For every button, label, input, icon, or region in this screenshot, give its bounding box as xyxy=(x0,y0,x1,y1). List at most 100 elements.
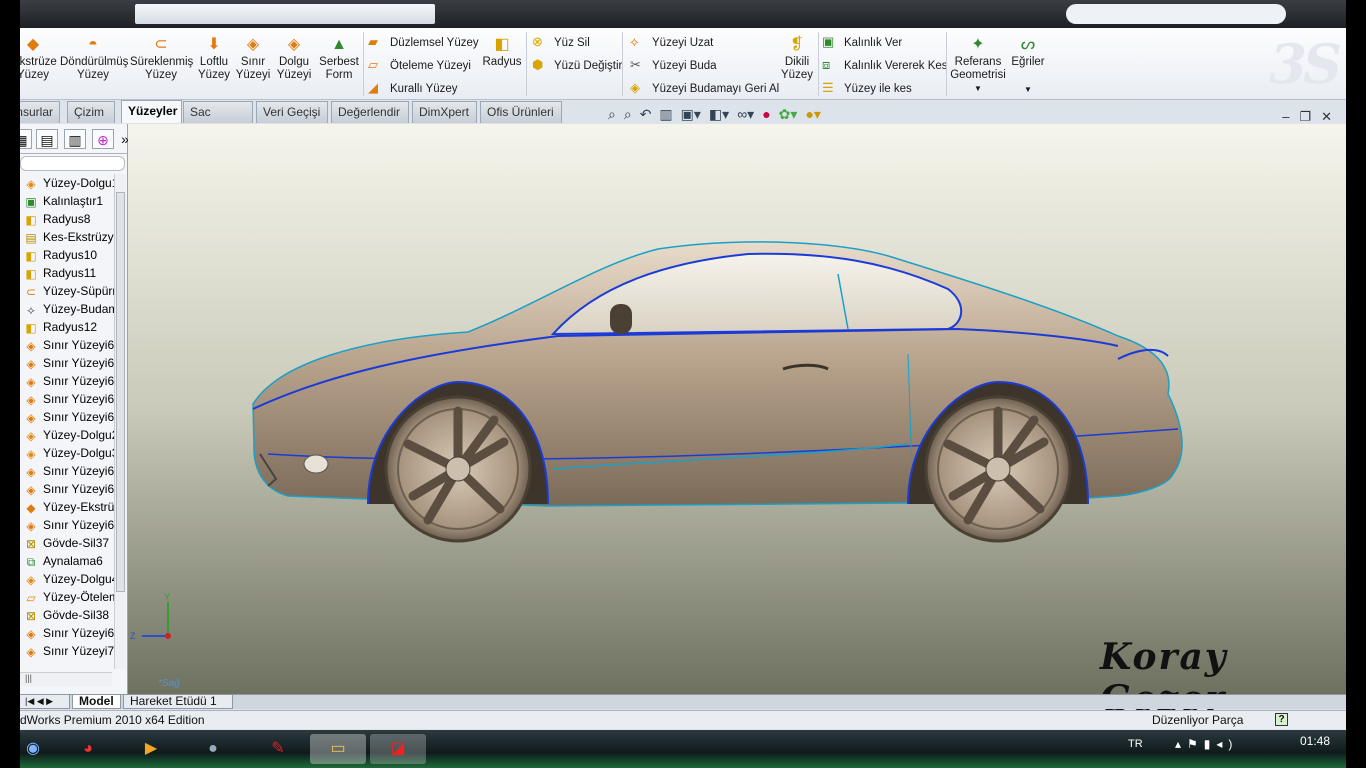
tree-item[interactable]: ◈ Sınır Yüzeyi65 xyxy=(20,462,118,480)
tree-item[interactable]: ◈ Sınır Yüzeyi61 xyxy=(20,354,118,372)
start-button-icon[interactable]: ◉ xyxy=(20,734,56,764)
tree-item[interactable]: ◧ Radyus12 xyxy=(20,318,118,336)
tab-dimxpert[interactable]: DimXpert xyxy=(412,101,477,123)
tree-item[interactable]: ◈ Sınır Yüzeyi69 xyxy=(20,624,118,642)
planar-surface-button[interactable]: ▰ Düzlemsel Yüzey xyxy=(368,35,479,50)
language-indicator[interactable]: TR xyxy=(1128,738,1143,750)
appearance-icon[interactable]: ● xyxy=(762,106,770,122)
tab-motion-study[interactable]: Hareket Etüdü 1 xyxy=(123,695,233,709)
tree-item[interactable]: ◈ Sınır Yüzeyi60 xyxy=(20,336,118,354)
cut-with-surface-button[interactable]: ☰ Yüzey ile kes xyxy=(822,81,912,96)
chevron-down-icon[interactable]: ▼ xyxy=(950,82,1006,95)
tree-item[interactable]: ◧ Radyus11 xyxy=(20,264,118,282)
tree-item[interactable]: ⊠ Gövde-Sil38 xyxy=(20,606,118,624)
zoom-area-icon[interactable]: ⌕ xyxy=(624,106,632,122)
trim-surface-button[interactable]: ✂ Yüzeyi Buda xyxy=(630,58,717,73)
free-form-button[interactable]: ▲ Serbest Form xyxy=(317,36,361,82)
tree-item[interactable]: ⊠ Gövde-Sil37 xyxy=(20,534,118,552)
tree-item[interactable]: ◧ Radyus8 xyxy=(20,210,118,228)
untrim-surface-button[interactable]: ◈ Yüzeyi Budamayı Geri Al xyxy=(630,81,779,96)
sweep-surface-button[interactable]: ⊂ Süreklenmiş Yüzey xyxy=(130,36,193,82)
tray-icons[interactable]: ▴⚑▮◂) xyxy=(1175,737,1238,751)
section-view-icon[interactable]: ▥ xyxy=(659,106,672,122)
tree-item[interactable]: ◈ Sınır Yüzeyi67 xyxy=(20,516,118,534)
fill-surface-button[interactable]: ◈ Dolgu Yüzeyi xyxy=(276,36,312,82)
tab-navigation-arrows[interactable]: |◀ ◀ ▶ ▶| xyxy=(20,695,70,719)
thicken-button[interactable]: ▣ Kalınlık Ver xyxy=(822,35,902,50)
svg-text:Z: Z xyxy=(130,631,136,641)
restore-icon[interactable]: ❐ xyxy=(1299,109,1321,124)
tree-item[interactable]: ◧ Radyus10 xyxy=(20,246,118,264)
tab-evaluate[interactable]: Değerlendir xyxy=(331,101,409,123)
ruled-surface-button[interactable]: ◢ Kurallı Yüzey xyxy=(368,81,458,96)
chevron-down-icon[interactable]: ▼ xyxy=(1010,83,1046,96)
tree-item[interactable]: ◈ Sınır Yüzeyi66 xyxy=(20,480,118,498)
tab-sheet-metal[interactable]: Sac Levha xyxy=(183,101,253,140)
tree-item[interactable]: ◈ Yüzey-Dolgu3 xyxy=(20,444,118,462)
tree-item[interactable]: ⧉ Aynalama6 xyxy=(20,552,118,570)
knit-surface-button[interactable]: ❡ Dikili Yüzey xyxy=(778,36,816,82)
tree-horizontal-scrollbar[interactable]: ||| xyxy=(20,672,112,686)
tree-item[interactable]: ▣ Kalınlaştır1 xyxy=(20,192,118,210)
extend-surface-button[interactable]: ⟡ Yüzeyi Uzat xyxy=(630,35,713,50)
feature-tree-tab-icon[interactable]: ▦ xyxy=(20,129,32,149)
tree-item[interactable]: ⊂ Yüzey-Süpürme xyxy=(20,282,118,300)
boundary-surface-button[interactable]: ◈ Sınır Yüzeyi xyxy=(235,36,271,82)
display-style-icon[interactable]: ◧▾ xyxy=(709,106,729,122)
thicken-cut-button[interactable]: ⧈ Kalınlık Vererek Kes xyxy=(822,58,948,73)
reference-geometry-button[interactable]: ✦ Referans Geometrisi ▼ xyxy=(950,36,1006,95)
solidworks-taskbar-icon[interactable]: ◪ xyxy=(370,734,426,764)
tab-sketch[interactable]: Çizim xyxy=(67,101,115,123)
tree-item[interactable]: ◈ Sınır Yüzeyi62 xyxy=(20,372,118,390)
tree-item[interactable]: ◈ Sınır Yüzeyi64 xyxy=(20,408,118,426)
configuration-tab-icon[interactable]: ▥ xyxy=(64,129,86,149)
replace-face-button[interactable]: ⬢ Yüzü Değiştir xyxy=(532,58,622,73)
help-icon[interactable]: ? xyxy=(1275,713,1288,726)
hide-show-icon[interactable]: ∞▾ xyxy=(737,106,754,122)
chrome-icon[interactable]: ◕ xyxy=(65,734,111,764)
fillet-button[interactable]: ◧ Radyus xyxy=(482,36,522,69)
tree-item[interactable]: ◈ Yüzey-Dolgu1 xyxy=(20,174,118,192)
tree-item[interactable]: ▤ Kes-Ekstrüzyon xyxy=(20,228,118,246)
quick-access-toolbar[interactable] xyxy=(135,4,435,24)
view-settings-icon[interactable]: ●▾ xyxy=(805,106,820,122)
tab-features[interactable]: Unsurlar xyxy=(20,101,60,123)
curves-button[interactable]: ᔕ Eğriler ▼ xyxy=(1010,36,1046,96)
dimxpert-tab-icon[interactable]: ⊕ xyxy=(92,129,114,149)
search-box[interactable] xyxy=(1066,4,1286,24)
zoom-to-fit-icon[interactable]: ⌕ xyxy=(608,106,616,122)
offset-surface-button[interactable]: ▱ Öteleme Yüzeyi xyxy=(368,58,471,73)
scene-icon[interactable]: ✿▾ xyxy=(779,106,798,122)
graphics-area[interactable]: ⌕ ⌕ ↶ ▥ ▣▾ ◧▾ ∞▾ ● ✿▾ ●▾ –❐✕ Y Z xyxy=(128,106,1346,694)
clock[interactable]: 01:48 xyxy=(1300,734,1330,748)
windows-taskbar: ◉ ◕ ▶ ● ✎ ▭ ◪ TR ▴⚑▮◂) 01:48 xyxy=(20,730,1346,768)
tree-scrollbar[interactable] xyxy=(114,174,126,669)
tab-surfaces[interactable]: Yüzeyler xyxy=(121,100,182,123)
minimize-icon[interactable]: – xyxy=(1282,109,1299,124)
tab-model[interactable]: Model xyxy=(72,695,121,709)
revolve-surface-button[interactable]: ◓ Döndürülmüş Yüzey xyxy=(60,36,128,82)
loft-surface-button[interactable]: ⬇ Loftlu Yüzey xyxy=(196,36,232,82)
tree-item[interactable]: ◈ Yüzey-Dolgu2 xyxy=(20,426,118,444)
scrollbar-thumb[interactable] xyxy=(116,192,125,592)
tab-office-products[interactable]: Ofis Ürünleri xyxy=(480,101,562,123)
extrude-surface-button[interactable]: ◆ Ekstrüze Yüzey xyxy=(20,36,57,82)
tree-item[interactable]: ▱ Yüzey-Öteleme xyxy=(20,588,118,606)
tree-item[interactable]: ⟡ Yüzey-Budama xyxy=(20,300,118,318)
explorer-icon[interactable]: ▭ xyxy=(310,734,366,764)
previous-view-icon[interactable]: ↶ xyxy=(640,106,652,122)
app-icon[interactable]: ● xyxy=(190,734,236,764)
tree-item[interactable]: ◆ Yüzey-Ekstrüzyon xyxy=(20,498,118,516)
tree-item[interactable]: ◈ Sınır Yüzeyi70 xyxy=(20,642,118,660)
tab-data-migration[interactable]: Veri Geçişi xyxy=(256,101,328,123)
tree-item[interactable]: ◈ Sınır Yüzeyi63 xyxy=(20,390,118,408)
property-manager-tab-icon[interactable]: ▤ xyxy=(36,129,58,149)
pin-app-icon[interactable]: ✎ xyxy=(255,734,301,764)
tree-item[interactable]: ◈ Yüzey-Dolgu4 xyxy=(20,570,118,588)
media-player-icon[interactable]: ▶ xyxy=(128,734,174,764)
close-icon[interactable]: ✕ xyxy=(1321,109,1342,124)
untrim-surface-label: Yüzeyi Budamayı Geri Al xyxy=(652,83,780,95)
tree-filter-input[interactable] xyxy=(20,156,125,171)
view-orientation-icon[interactable]: ▣▾ xyxy=(681,106,701,122)
delete-face-button[interactable]: ⊗ Yüz Sil xyxy=(532,35,590,50)
